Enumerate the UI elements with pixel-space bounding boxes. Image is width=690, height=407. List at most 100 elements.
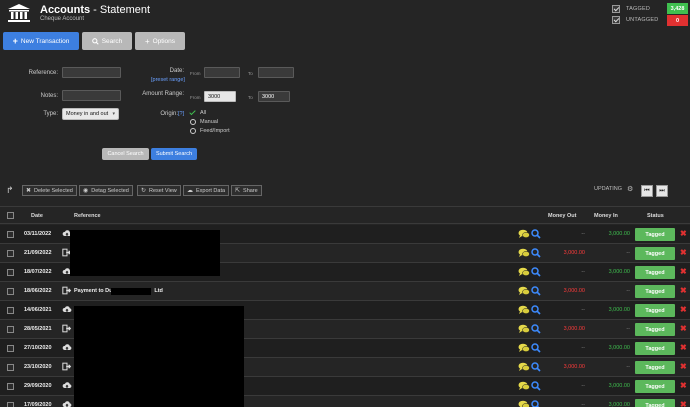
page-header: Accounts - Statement Cheque Account TAGG… (0, 0, 690, 28)
column-header-money-out[interactable]: Money Out (548, 213, 576, 219)
row-checkbox[interactable] (7, 402, 14, 407)
search-icon[interactable] (531, 267, 541, 277)
tag-icon: ◉ (83, 188, 89, 194)
status-badge[interactable]: Tagged (635, 247, 675, 260)
amount-from-input[interactable]: 3000 (204, 91, 236, 102)
column-header-date[interactable]: Date (31, 213, 43, 219)
search-icon[interactable] (531, 362, 541, 372)
gear-icon[interactable]: ⚙ (627, 185, 633, 193)
column-header-reference[interactable]: Reference (74, 213, 101, 219)
status-badge[interactable]: Tagged (635, 342, 675, 355)
delete-icon[interactable]: ✖ (680, 382, 687, 390)
date-label: Date: (169, 68, 184, 74)
untagged-checkbox[interactable] (612, 16, 620, 24)
comments-icon[interactable] (518, 400, 530, 407)
delete-icon[interactable]: ✖ (680, 306, 687, 314)
share-button[interactable]: ⇱ Share (231, 185, 262, 196)
page-title: Accounts - Statement (40, 4, 151, 16)
status-badge[interactable]: Tagged (635, 285, 675, 298)
tagged-label: TAGGED (626, 6, 651, 12)
tagged-checkbox[interactable] (612, 5, 620, 13)
search-icon[interactable] (531, 324, 541, 334)
delete-icon[interactable]: ✖ (680, 249, 687, 257)
cancel-search-button[interactable]: Cancel Search (102, 148, 149, 160)
select-all-checkbox[interactable] (7, 212, 14, 219)
delete-icon[interactable]: ✖ (680, 363, 687, 371)
comments-icon[interactable] (518, 305, 530, 315)
radio-button[interactable] (190, 119, 196, 125)
table-row[interactable]: 18/06/2022 Payment to Duf Ltd 3,000.00 -- Tag… (0, 282, 690, 301)
row-checkbox[interactable] (7, 288, 14, 295)
search-icon[interactable] (531, 343, 541, 353)
comments-icon[interactable] (518, 286, 530, 296)
delete-icon[interactable]: ✖ (680, 344, 687, 352)
row-checkbox[interactable] (7, 364, 14, 371)
origin-option-all[interactable]: All (190, 110, 206, 116)
status-badge[interactable]: Tagged (635, 228, 675, 241)
row-money-in: 3,000.00 (608, 307, 630, 313)
new-transaction-button[interactable]: + New Transaction (3, 32, 79, 50)
detag-selected-button[interactable]: ◉ Detag Selected (79, 185, 133, 196)
notes-input[interactable] (62, 90, 121, 101)
comments-icon[interactable] (518, 267, 530, 277)
status-badge[interactable]: Tagged (635, 304, 675, 317)
options-button[interactable]: + Options (135, 32, 185, 50)
comments-icon[interactable] (518, 324, 530, 334)
row-checkbox[interactable] (7, 250, 14, 257)
date-from-input[interactable] (204, 67, 240, 78)
status-badge[interactable]: Tagged (635, 399, 675, 407)
status-badge[interactable]: Tagged (635, 266, 675, 279)
search-icon[interactable] (531, 229, 541, 239)
status-badge[interactable]: Tagged (635, 380, 675, 393)
delete-icon[interactable]: ✖ (680, 268, 687, 276)
type-label: Type: (43, 111, 58, 117)
radio-button[interactable] (190, 128, 196, 134)
fast-forward-icon: ⏭ (659, 187, 665, 194)
column-header-status[interactable]: Status (647, 213, 664, 219)
export-data-button[interactable]: ☁ Export Data (183, 185, 230, 196)
comments-icon[interactable] (518, 229, 530, 239)
row-checkbox[interactable] (7, 345, 14, 352)
comments-icon[interactable] (518, 343, 530, 353)
amount-to-input[interactable]: 3000 (258, 91, 290, 102)
previous-page-button[interactable]: ⏮ (641, 185, 653, 197)
row-date: 27/10/2020 (24, 345, 52, 351)
next-page-button[interactable]: ⏭ (656, 185, 668, 197)
status-badge[interactable]: Tagged (635, 361, 675, 374)
reference-input[interactable] (62, 67, 121, 78)
row-money-out: -- (581, 307, 585, 313)
untagged-filter[interactable]: UNTAGGED (612, 15, 658, 25)
origin-help-link[interactable]: [?] (178, 111, 184, 117)
search-icon[interactable] (531, 381, 541, 391)
origin-option-feed-import[interactable]: Feed/Import (190, 128, 230, 134)
submit-search-button[interactable]: Submit Search (151, 148, 197, 160)
row-checkbox[interactable] (7, 383, 14, 390)
row-checkbox[interactable] (7, 231, 14, 238)
search-button[interactable]: Search (82, 32, 132, 50)
redacted-area (70, 230, 220, 276)
search-icon[interactable] (531, 286, 541, 296)
column-header-money-in[interactable]: Money In (594, 213, 618, 219)
delete-icon[interactable]: ✖ (680, 230, 687, 238)
status-badge[interactable]: Tagged (635, 323, 675, 336)
delete-selected-button[interactable]: ✖ Delete Selected (22, 185, 77, 196)
type-select[interactable]: Money in and out ▾ (62, 108, 119, 120)
tagged-filter[interactable]: TAGGED (612, 4, 650, 14)
delete-icon[interactable]: ✖ (680, 325, 687, 333)
comments-icon[interactable] (518, 381, 530, 391)
preset-range-link[interactable]: [preset range] (151, 77, 185, 83)
row-checkbox[interactable] (7, 326, 14, 333)
search-icon[interactable] (531, 248, 541, 258)
date-to-input[interactable] (258, 67, 294, 78)
row-checkbox[interactable] (7, 307, 14, 314)
origin-option-manual[interactable]: Manual (190, 119, 218, 125)
delete-icon[interactable]: ✖ (680, 401, 687, 407)
untagged-count-badge: 0 (667, 15, 688, 26)
search-icon[interactable] (531, 400, 541, 407)
comments-icon[interactable] (518, 248, 530, 258)
reset-view-button[interactable]: ↻ Reset View (137, 185, 181, 196)
search-icon[interactable] (531, 305, 541, 315)
row-checkbox[interactable] (7, 269, 14, 276)
comments-icon[interactable] (518, 362, 530, 372)
delete-icon[interactable]: ✖ (680, 287, 687, 295)
